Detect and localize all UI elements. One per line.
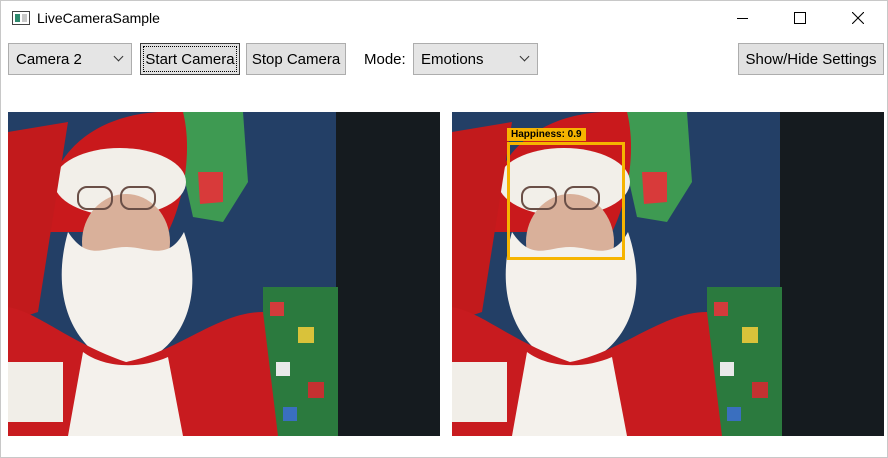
camera-image <box>8 112 440 436</box>
start-camera-button[interactable]: Start Camera <box>140 43 240 75</box>
title-bar: LiveCameraSample <box>1 1 887 35</box>
minimize-button[interactable] <box>719 1 765 35</box>
camera-frame-right: Happiness: 0.9 <box>452 112 884 436</box>
emotion-tag: Happiness: 0.9 <box>507 128 586 141</box>
camera-select[interactable]: Camera 2 <box>8 43 132 75</box>
maximize-button[interactable] <box>777 1 823 35</box>
chevron-down-icon <box>113 51 124 62</box>
stop-camera-button[interactable]: Stop Camera <box>246 43 346 75</box>
close-icon <box>852 12 864 24</box>
mode-label: Mode: <box>364 51 406 68</box>
window-title: LiveCameraSample <box>37 10 160 26</box>
chevron-down-icon <box>519 51 530 62</box>
camera-frame-left <box>8 112 440 436</box>
app-icon <box>12 11 30 25</box>
show-hide-settings-button[interactable]: Show/Hide Settings <box>738 43 884 75</box>
face-detection-box <box>507 142 625 260</box>
mode-select-value: Emotions <box>421 50 484 68</box>
camera-select-value: Camera 2 <box>16 50 82 68</box>
maximize-icon <box>794 12 806 24</box>
minimize-icon <box>736 17 748 19</box>
close-button[interactable] <box>835 1 881 35</box>
mode-select[interactable]: Emotions <box>413 43 538 75</box>
app-window: LiveCameraSample Camera 2 Start Camera S… <box>0 0 888 458</box>
